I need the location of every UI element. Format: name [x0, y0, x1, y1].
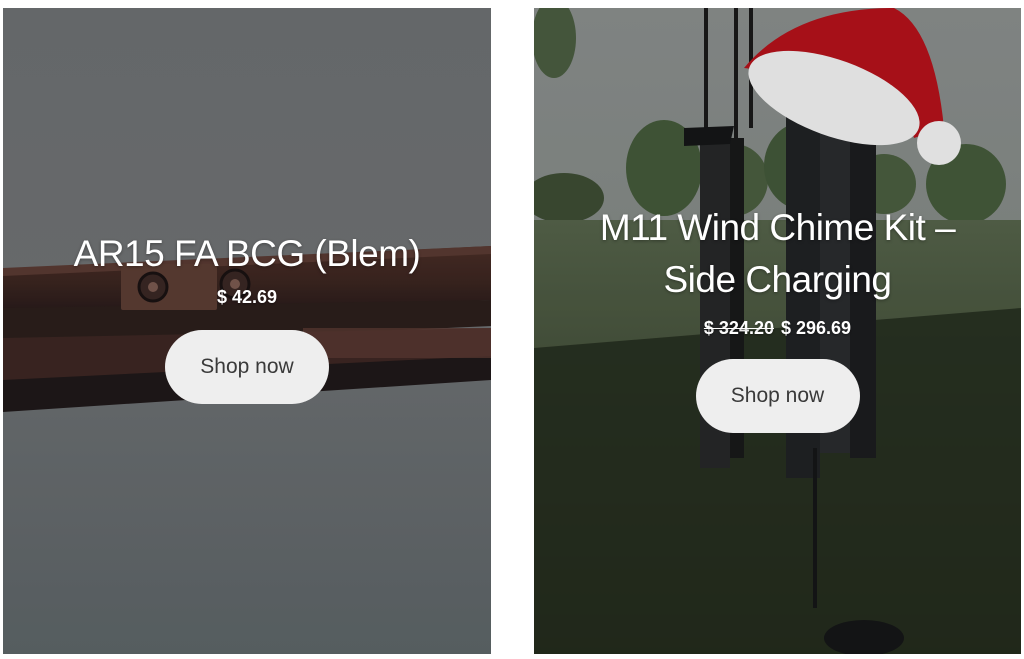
price-row: $ 324.20 $ 296.69 — [534, 318, 1021, 339]
product-title-line-1: M11 Wind Chime Kit – — [599, 207, 956, 248]
product-price: $ 296.69 — [781, 318, 852, 338]
product-title[interactable]: AR15 FA BCG (Blem) — [3, 230, 491, 277]
shop-now-button[interactable]: Shop now — [165, 330, 329, 404]
product-card-wind-chime[interactable]: M11 Wind Chime Kit – Side Charging $ 324… — [534, 8, 1021, 654]
compare-at-price: $ 324.20 — [703, 318, 774, 338]
shop-now-button[interactable]: Shop now — [695, 359, 860, 433]
product-info: AR15 FA BCG (Blem) $ 42.69 Shop now — [3, 230, 491, 404]
product-title-line-2: Side Charging — [663, 259, 892, 300]
product-title[interactable]: M11 Wind Chime Kit – Side Charging — [534, 202, 1021, 306]
product-info: M11 Wind Chime Kit – Side Charging $ 324… — [534, 202, 1021, 433]
price-row: $ 42.69 — [3, 287, 491, 308]
product-card-bcg[interactable]: AR15 FA BCG (Blem) $ 42.69 Shop now — [3, 8, 491, 654]
product-price: $ 42.69 — [216, 287, 278, 307]
